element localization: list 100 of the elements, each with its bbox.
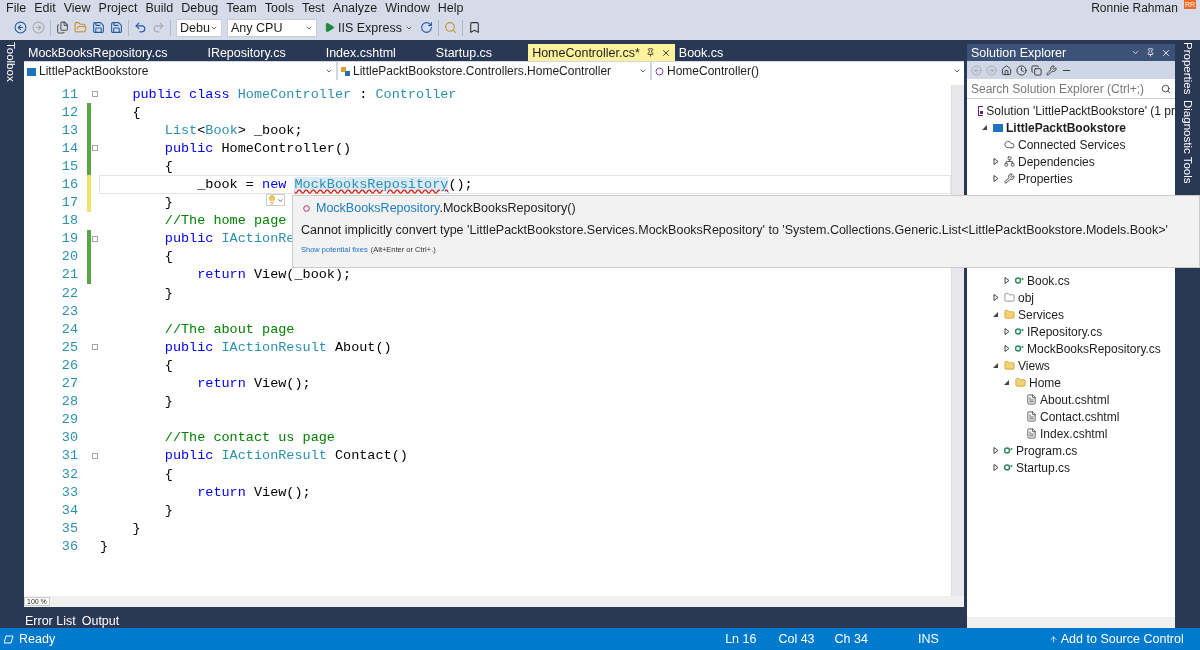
panel-tab[interactable]: Error List [25, 614, 76, 628]
search-field[interactable]: Search Solution Explorer (Ctrl+;) [967, 79, 1175, 99]
menu-item[interactable]: Tools [262, 0, 298, 15]
platform-dropdown[interactable]: Any CPU [227, 18, 317, 37]
tree-item[interactable]: Dependencies [967, 153, 1175, 170]
run-button[interactable]: IIS Express [322, 20, 415, 35]
save-icon[interactable] [92, 21, 105, 34]
collapsed-arrow-icon[interactable] [993, 157, 999, 165]
horizontal-scrollbar[interactable] [967, 617, 1175, 628]
tree-item[interactable]: Home [967, 374, 1175, 391]
menu-item[interactable]: Project [96, 0, 142, 15]
tree-item[interactable]: Contact.cshtml [967, 408, 1175, 425]
collapsed-arrow-icon[interactable] [993, 174, 999, 182]
collapsed-arrow-icon[interactable] [993, 293, 999, 301]
menu-item[interactable]: Edit [32, 0, 60, 15]
tree-item[interactable]: Solution 'LittlePacktBookstore' (1 pr [967, 102, 1175, 119]
configuration-dropdown[interactable]: Debu [176, 18, 222, 37]
pin-icon[interactable] [645, 48, 655, 57]
expanded-arrow-icon[interactable] [1004, 378, 1010, 386]
collapsed-arrow-icon[interactable] [993, 446, 999, 454]
tree-item[interactable]: IRepository.cs [967, 323, 1175, 340]
tree-item[interactable]: LittlePacktBookstore [967, 119, 1175, 136]
undo-icon[interactable] [134, 21, 147, 34]
tree-item[interactable]: obj [967, 289, 1175, 306]
menu-item[interactable]: Analyze [330, 0, 382, 15]
code-line: public IActionRe [163, 231, 295, 247]
clock-icon[interactable] [1016, 64, 1027, 76]
side-tab[interactable]: Diagnostic Tools [1182, 100, 1194, 184]
search-icon[interactable] [1161, 83, 1171, 94]
source-control-button[interactable]: Add to Source Control [1048, 632, 1184, 646]
tree-item[interactable]: Index.cshtml [967, 425, 1175, 442]
line-number: 25 [60, 339, 79, 355]
tree-item[interactable]: Properties [967, 170, 1175, 187]
expanded-arrow-icon[interactable] [993, 361, 999, 369]
menu-item[interactable]: Team [224, 0, 261, 15]
back-icon[interactable] [14, 21, 27, 34]
code-line: } [100, 538, 109, 554]
menu-item[interactable]: Debug [179, 0, 223, 15]
project-dropdown[interactable]: LittlePacktBookstore [24, 62, 336, 80]
menu-item[interactable]: Build [143, 0, 178, 15]
panel-tab[interactable]: Output [81, 614, 120, 628]
tree-label: Index.cshtml [1040, 426, 1108, 441]
menu-item[interactable]: Test [299, 0, 329, 15]
code-line: //The contact us page [163, 430, 335, 446]
tree-item[interactable]: Program.cs [967, 442, 1175, 459]
line-number: 24 [60, 321, 79, 337]
side-tab[interactable]: Properties [1182, 42, 1194, 95]
collapsed-arrow-icon[interactable] [1004, 276, 1010, 284]
document-tab[interactable]: IRepository.cs [203, 44, 322, 61]
cloud-icon [1004, 139, 1015, 150]
expanded-arrow-icon[interactable] [982, 123, 988, 131]
files-icon[interactable] [56, 21, 69, 34]
menu-item[interactable]: File [4, 0, 31, 15]
tree-item[interactable]: Book.cs [967, 272, 1175, 289]
caret-icon[interactable] [1131, 48, 1140, 57]
pin-icon[interactable] [1146, 48, 1155, 57]
tree-label: LittlePacktBookstore [1006, 120, 1127, 135]
code-line: //The about page [163, 321, 295, 337]
document-tab[interactable]: Book.cs [674, 44, 760, 61]
collapsed-arrow-icon[interactable] [1004, 327, 1010, 335]
close-icon[interactable] [660, 47, 671, 58]
caret-icon[interactable] [953, 67, 961, 75]
code-line: { [131, 104, 141, 120]
expanded-arrow-icon[interactable] [993, 310, 999, 318]
solution-icon [978, 105, 984, 116]
document-tab[interactable]: HomeController.cs* [528, 44, 675, 61]
play-icon[interactable] [324, 22, 335, 33]
code-file-icon [1015, 277, 1024, 284]
tree-item[interactable]: About.cshtml [967, 391, 1175, 408]
document-tab[interactable]: Index.cshtml [321, 44, 432, 61]
caret-icon[interactable] [639, 67, 647, 75]
menu-item[interactable]: Help [435, 0, 468, 15]
tree-item[interactable]: Connected Services [967, 136, 1175, 153]
document-tab[interactable]: Startup.cs [431, 44, 529, 61]
wrench-icon[interactable] [1046, 64, 1057, 76]
collapsed-arrow-icon[interactable] [993, 463, 999, 471]
caret-icon[interactable] [325, 67, 333, 75]
home-icon[interactable] [1001, 64, 1012, 76]
member-dropdown[interactable]: HomeController() [652, 62, 964, 80]
save-all-icon[interactable] [110, 21, 123, 34]
type-dropdown[interactable]: LittlePacktBookstore.Controllers.HomeController [338, 62, 650, 80]
document-tab[interactable]: MockBooksRepository.cs [24, 44, 204, 61]
menu-item[interactable]: Window [383, 0, 434, 15]
menu-item[interactable]: View [61, 0, 95, 15]
tree-item[interactable]: Views [967, 357, 1175, 374]
copy-icon[interactable] [1031, 64, 1042, 76]
tree-item[interactable]: Startup.cs [967, 459, 1175, 476]
close-icon[interactable] [1161, 47, 1171, 58]
arrow-up-icon [1048, 634, 1058, 644]
user-name[interactable]: Ronnie Rahman [1091, 0, 1178, 15]
caret-icon[interactable] [277, 196, 284, 204]
line-number: 35 [60, 520, 79, 536]
tree-item[interactable]: MockBooksRepository.cs [967, 340, 1175, 357]
toolbox-tab[interactable]: Toolbox [5, 42, 17, 82]
line-number: 27 [60, 376, 79, 392]
refresh-icon[interactable] [419, 21, 433, 34]
collapsed-arrow-icon[interactable] [1004, 344, 1010, 352]
bookmark-icon[interactable] [467, 21, 481, 34]
code-line: //The home page [163, 213, 287, 229]
tree-item[interactable]: Services [967, 306, 1175, 323]
